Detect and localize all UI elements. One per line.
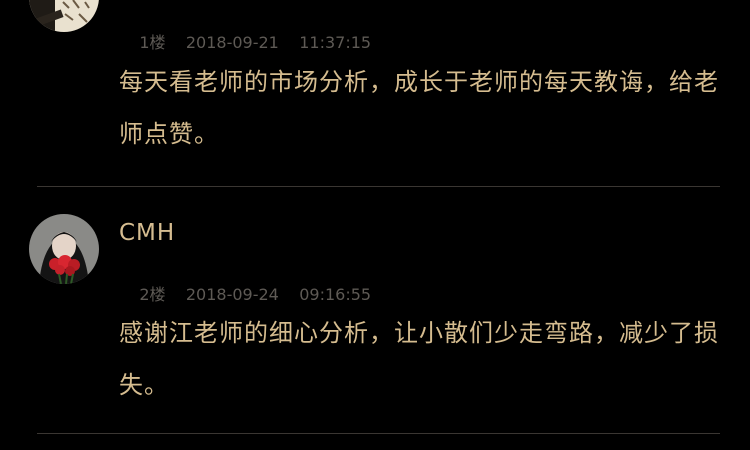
floor-label: 1楼 [139,33,166,52]
comment-time: 11:37:15 [299,33,372,52]
user-name[interactable]: CMH [119,220,175,246]
divider [37,186,720,187]
comment-item-2: CMH 2楼 2018-09-24 09:16:55 感谢江老师的细心分析，让小… [0,188,750,434]
comment-date: 2018-09-21 [185,33,279,52]
comment-date: 2018-09-24 [185,285,279,304]
avatar[interactable] [29,214,99,284]
avatar[interactable] [29,0,99,32]
calligraphy-avatar-image [29,0,99,32]
comment-item-1: 1楼 2018-09-21 11:37:15 每天看老师的市场分析，成长于老师的… [0,0,750,188]
comment-time: 09:16:55 [299,285,372,304]
floor-label: 2楼 [139,285,166,304]
divider [37,433,720,434]
comment-text: 感谢江老师的细心分析，让小散们少走弯路，减少了损失。 [119,319,719,399]
portrait-avatar-image [29,214,99,284]
comment-text: 每天看老师的市场分析，成长于老师的每天教诲，给老师点赞。 [119,68,719,148]
